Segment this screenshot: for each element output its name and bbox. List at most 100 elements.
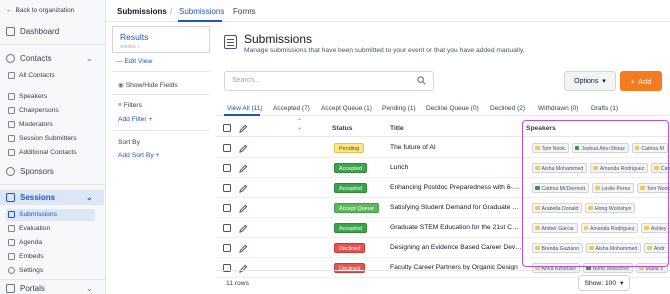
speaker-name: Joshua Abu-Shiraz xyxy=(581,146,625,152)
edit-pencil-icon[interactable] xyxy=(239,224,248,233)
nav-dashboard[interactable]: Dashboard xyxy=(6,27,59,36)
add-button[interactable]: + Add xyxy=(620,71,662,91)
submission-title[interactable]: Lunch xyxy=(390,164,522,171)
nav-contacts[interactable]: Contacts ⌄ xyxy=(6,54,93,63)
views-panel: Results VIEWS ↕ — Edit View ◉ Show/Hide … xyxy=(112,26,210,272)
speaker-chip[interactable]: Andr xyxy=(644,243,669,253)
row-checkbox[interactable] xyxy=(223,244,231,252)
nav-sessions[interactable]: Sessions ⌄ xyxy=(6,193,93,202)
back-to-organization-link[interactable]: ← Back to organization xyxy=(6,7,74,14)
nav-portals[interactable]: Portals ⌄ xyxy=(6,284,93,293)
speaker-chip[interactable]: Ashley xyxy=(641,223,670,233)
main-content: Submissions Manage submissions that have… xyxy=(216,22,670,294)
row-checkbox[interactable] xyxy=(223,144,231,152)
edit-pencil-icon[interactable] xyxy=(239,164,248,173)
tab-accepted[interactable]: Accepted (7) xyxy=(273,105,310,112)
row-checkbox[interactable] xyxy=(223,164,231,172)
sidebar-item-evaluation[interactable]: Evaluation xyxy=(8,225,50,232)
speaker-chip[interactable]: Catrina M xyxy=(631,143,668,153)
speaker-chip[interactable]: Amber Garcia xyxy=(532,223,578,233)
row-checkbox[interactable] xyxy=(223,204,231,212)
tab-accept-queue[interactable]: Accept Queue (1) xyxy=(321,105,372,112)
sidebar-item-embeds[interactable]: Embeds xyxy=(8,253,44,260)
add-filter-button[interactable]: Add Filter + xyxy=(118,116,152,123)
speaker-chip[interactable]: Catrina McDermott xyxy=(532,183,590,193)
speaker-chip[interactable]: Arabella Donald xyxy=(532,203,583,213)
speaker-chip[interactable]: Aisha Mohammed xyxy=(586,243,642,253)
divider xyxy=(112,94,210,95)
speaker-chip[interactable]: Brenda Gaziano xyxy=(532,243,583,253)
column-header-status[interactable]: Status xyxy=(332,125,352,132)
submission-title[interactable]: Satisfying Student Demand for Graduate L… xyxy=(390,204,522,211)
tab-drafts[interactable]: Drafts (1) xyxy=(591,105,618,112)
sidebar-item-speakers[interactable]: Speakers xyxy=(8,93,47,100)
edit-pencil-icon[interactable] xyxy=(239,204,248,213)
submission-title[interactable]: Graduate STEM Education for the 21st Cen… xyxy=(390,224,522,231)
edit-pencil-icon[interactable] xyxy=(239,244,248,253)
tab-view-all[interactable]: View All (11) xyxy=(227,105,263,112)
search-input[interactable] xyxy=(232,77,412,84)
table-row[interactable]: Declined Designing an Evidence Based Care… xyxy=(216,238,670,258)
submission-title[interactable]: The future of AI xyxy=(390,144,522,151)
speaker-chip[interactable]: Leslie Perez xyxy=(592,183,635,193)
speaker-chip[interactable]: Hong Woloshyn xyxy=(585,203,636,213)
sidebar-item-chairpersons[interactable]: Chairpersons xyxy=(8,107,59,114)
divider xyxy=(0,44,106,45)
add-sort-by-button[interactable]: Add Sort By + xyxy=(118,152,159,159)
table-row[interactable]: Accepted Graduate STEM Education for the … xyxy=(216,218,670,238)
sidebar-item-moderators[interactable]: Moderators xyxy=(8,121,53,128)
speaker-chip[interactable]: Tom Nook xyxy=(532,143,569,153)
speakers-cell: Arabella Donald Hong Woloshyn xyxy=(532,203,670,214)
divider xyxy=(112,130,210,131)
additional-contacts-icon xyxy=(8,149,15,156)
view-selector[interactable]: Results VIEWS ↕ xyxy=(112,26,210,53)
speaker-chip[interactable]: Amanda Rodriguez xyxy=(580,223,639,233)
tab-pending[interactable]: Pending (1) xyxy=(382,105,416,112)
speakers-cell: Amber Garcia Amanda Rodriguez Ashley xyxy=(532,223,670,234)
sidebar-item-additional-contacts[interactable]: Additional Contacts xyxy=(8,149,77,156)
edit-pencil-icon[interactable] xyxy=(239,184,248,193)
tab-decline-queue[interactable]: Decline Queue (0) xyxy=(426,105,479,112)
sidebar-item-session-submitters[interactable]: Session Submitters xyxy=(8,135,77,142)
speaker-chip[interactable]: Joshua Abu-Shiraz xyxy=(571,143,629,153)
table-row[interactable]: Accepted Lunch Aisha Mohammed Amanda Rodrig… xyxy=(216,158,670,178)
submission-title[interactable]: Designing an Evidence Based Career Deve.… xyxy=(390,244,522,251)
edit-pencil-icon[interactable] xyxy=(239,144,248,153)
sidebar-item-all-contacts[interactable]: All Contacts xyxy=(8,72,55,79)
speaker-name: Aisha Mohammed xyxy=(541,166,584,172)
pencil-icon xyxy=(239,124,248,133)
row-checkbox[interactable] xyxy=(223,224,231,232)
speaker-chip[interactable]: Tom Nook xyxy=(637,183,670,193)
speaker-chip[interactable]: Catrina xyxy=(651,163,670,173)
tab-forms[interactable]: Forms xyxy=(233,7,256,16)
speaker-name: Tom Nook xyxy=(541,146,565,152)
page-size-select[interactable]: Show: 100 ▾ xyxy=(578,275,630,291)
row-checkbox[interactable] xyxy=(223,184,231,192)
table-row[interactable]: Pending The future of AI Tom Nook Joshua Ab… xyxy=(216,138,670,158)
edit-view-button[interactable]: — Edit View xyxy=(116,58,152,65)
sidebar-item-agenda[interactable]: Agenda xyxy=(8,239,42,246)
gear-icon xyxy=(8,267,15,274)
status-badge: Declined xyxy=(334,243,366,253)
options-dropdown[interactable]: Options ▾ xyxy=(564,71,616,91)
page-title: Submissions xyxy=(244,32,313,46)
select-all-checkbox[interactable] xyxy=(223,124,231,132)
sidebar-item-settings[interactable]: Settings xyxy=(8,267,43,274)
sessions-icon xyxy=(6,193,15,202)
tab-withdrawn[interactable]: Withdrawn (0) xyxy=(538,105,578,112)
show-hide-fields-button[interactable]: ◉ Show/Hide Fields xyxy=(118,81,178,89)
tab-submissions[interactable]: Submissions xyxy=(179,7,224,16)
column-header-title[interactable]: Title xyxy=(390,125,404,132)
nav-sponsors[interactable]: Sponsors xyxy=(6,167,54,176)
speaker-chip[interactable]: Amanda Rodriguez xyxy=(590,163,649,173)
page-subtitle: Manage submissions that have been submit… xyxy=(244,47,525,54)
tab-declined[interactable]: Declined (2) xyxy=(490,105,525,112)
speaker-chip[interactable]: Aisha Mohammed xyxy=(532,163,588,173)
table-row[interactable]: Accepted Enhancing Postdoc Preparedness w… xyxy=(216,178,670,198)
sidebar-item-submissions[interactable]: Submissions xyxy=(8,211,57,218)
table-row[interactable]: Accept Queue Satisfying Student Demand fo… xyxy=(216,198,670,218)
sort-icon[interactable]: ⌃ ⌄ xyxy=(297,119,302,131)
search-box[interactable] xyxy=(224,71,434,91)
column-header-speakers[interactable]: Speakers xyxy=(526,125,556,132)
submission-title[interactable]: Enhancing Postdoc Preparedness with 6-m.… xyxy=(390,184,522,191)
